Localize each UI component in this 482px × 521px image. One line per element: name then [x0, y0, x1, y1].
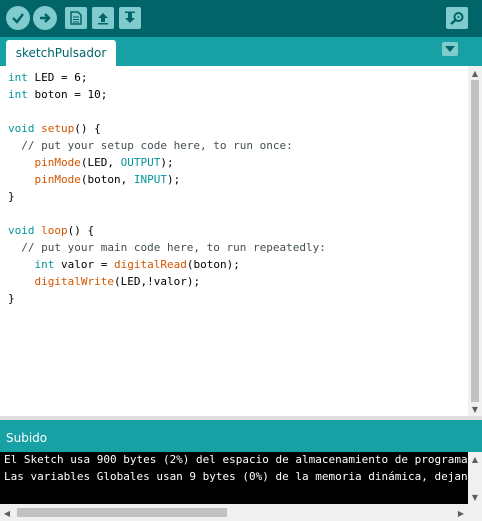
code-editor[interactable]: int LED = 6; int boton = 10; void setup(…	[0, 66, 468, 416]
constant-keyword: INPUT	[133, 173, 167, 186]
code-text-fragment: );	[160, 156, 174, 169]
function-name: digitalWrite	[34, 275, 114, 288]
type-keyword: void	[8, 224, 35, 237]
constant-keyword: OUTPUT	[120, 156, 161, 169]
status-text: Subido	[6, 431, 48, 445]
console-line: El Sketch usa 900 bytes (2%) del espacio…	[4, 453, 468, 466]
new-file-icon	[70, 11, 82, 25]
scroll-up-icon[interactable]: ▲	[468, 452, 482, 466]
upload-arrow-icon	[98, 13, 108, 25]
code-text-fragment: () {	[74, 122, 101, 135]
type-keyword: int	[34, 258, 55, 271]
triangle-down-icon	[445, 46, 455, 52]
type-keyword: int	[8, 71, 28, 84]
type-keyword: int	[8, 88, 28, 101]
function-name: loop	[41, 224, 68, 237]
code-text-fragment: (boton,	[80, 173, 134, 186]
open-button[interactable]	[92, 7, 114, 29]
save-button[interactable]	[119, 7, 141, 29]
toolbar	[0, 0, 482, 37]
code-text-fragment: LED = 6;	[27, 71, 88, 84]
scroll-left-icon[interactable]: ◀	[0, 506, 14, 520]
function-name: pinMode	[34, 173, 81, 186]
code-text-fragment: () {	[67, 224, 95, 237]
upload-button[interactable]	[33, 6, 57, 30]
scroll-thumb[interactable]	[17, 508, 227, 517]
function-name: setup	[41, 122, 75, 135]
checkmark-icon	[12, 13, 24, 24]
verify-button[interactable]	[6, 6, 30, 30]
new-sketch-button[interactable]	[65, 7, 87, 29]
scroll-up-icon[interactable]: ▲	[468, 66, 482, 80]
code-text-fragment: (boton);	[186, 258, 240, 271]
serial-monitor-button[interactable]	[446, 7, 468, 29]
code-text-fragment: }	[8, 190, 15, 203]
function-name: digitalRead	[113, 258, 187, 271]
scroll-right-icon[interactable]: ▶	[454, 506, 468, 520]
editor-vertical-scrollbar[interactable]: ▲ ▼	[468, 66, 482, 416]
right-arrow-icon	[40, 13, 51, 23]
code-comment: // put your main code here, to run repea…	[8, 241, 326, 254]
console-vertical-scrollbar[interactable]: ▲ ▼	[468, 452, 482, 504]
scrollbar-corner	[468, 504, 482, 521]
tab-menu-button[interactable]	[442, 42, 458, 56]
code-text-fragment: (LED,!valor);	[113, 275, 201, 288]
code-text-fragment: valor =	[54, 258, 114, 271]
console-output[interactable]: El Sketch usa 900 bytes (2%) del espacio…	[0, 452, 468, 504]
code-text-fragment: boton = 10;	[27, 88, 108, 101]
code-text-fragment: }	[8, 292, 15, 305]
magnifier-icon	[450, 12, 464, 25]
console-horizontal-scrollbar[interactable]: ◀ ▶	[0, 504, 468, 521]
code-text-fragment: (LED,	[80, 156, 121, 169]
tab-bar: sketchPulsador	[0, 37, 482, 66]
tab-sketch[interactable]: sketchPulsador	[6, 40, 116, 66]
download-arrow-icon	[125, 11, 135, 23]
code-text-fragment: );	[166, 173, 181, 186]
status-bar: Subido	[0, 420, 482, 452]
function-name: pinMode	[34, 156, 81, 169]
scroll-down-icon[interactable]: ▼	[468, 490, 482, 504]
console-line: Las variables Globales usan 9 bytes (0%)…	[4, 470, 468, 483]
code-comment: // put your setup code here, to run once…	[8, 139, 293, 152]
type-keyword: void	[8, 122, 35, 135]
code-text: int LED = 6; int boton = 10; void setup(…	[8, 69, 326, 307]
scroll-thumb[interactable]	[471, 80, 479, 402]
scroll-down-icon[interactable]: ▼	[468, 402, 482, 416]
